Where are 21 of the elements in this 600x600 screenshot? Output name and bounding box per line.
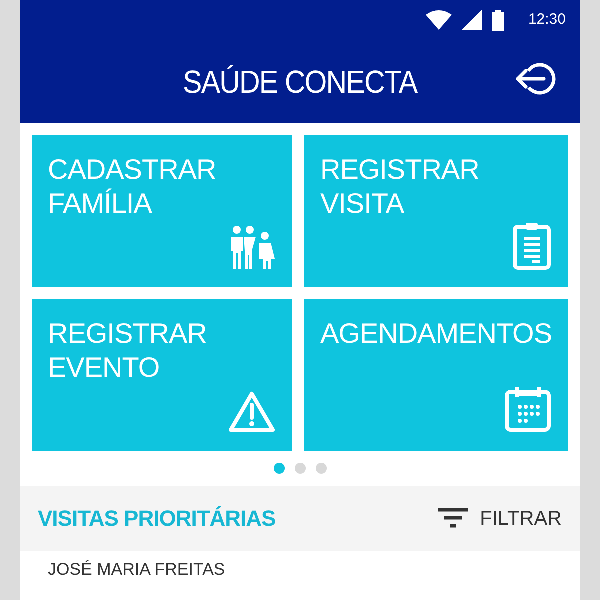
menu-tile[interactable]: CADASTRAR FAMÍLIA xyxy=(32,135,292,287)
clock-text: 12:30 xyxy=(528,10,566,30)
page-dot[interactable] xyxy=(294,463,306,474)
clipboard-icon xyxy=(512,221,552,271)
menu-tile[interactable]: REGISTRAR VISITA xyxy=(304,135,568,287)
family-icon xyxy=(228,225,276,269)
menu-tile[interactable]: AGENDAMENTOS xyxy=(304,299,568,451)
filter-icon xyxy=(438,508,468,530)
wifi-icon xyxy=(426,10,452,30)
filter-button[interactable]: FILTRAR xyxy=(438,504,562,534)
battery-icon xyxy=(492,10,504,30)
signal-icon xyxy=(462,10,482,30)
section-title: VISITAS PRIORITÁRIAS xyxy=(38,505,276,533)
page-dot[interactable] xyxy=(316,463,326,474)
visit-name[interactable]: JOSÉ MARIA FREITAS xyxy=(20,551,580,588)
menu-tile[interactable]: REGISTRAR EVENTO xyxy=(32,299,292,451)
logout-button[interactable] xyxy=(514,62,558,96)
app-title: SAÚDE CONECTA xyxy=(182,62,418,102)
warning-icon xyxy=(228,391,276,433)
calendar-icon xyxy=(504,385,552,433)
page-dot[interactable] xyxy=(274,463,284,474)
